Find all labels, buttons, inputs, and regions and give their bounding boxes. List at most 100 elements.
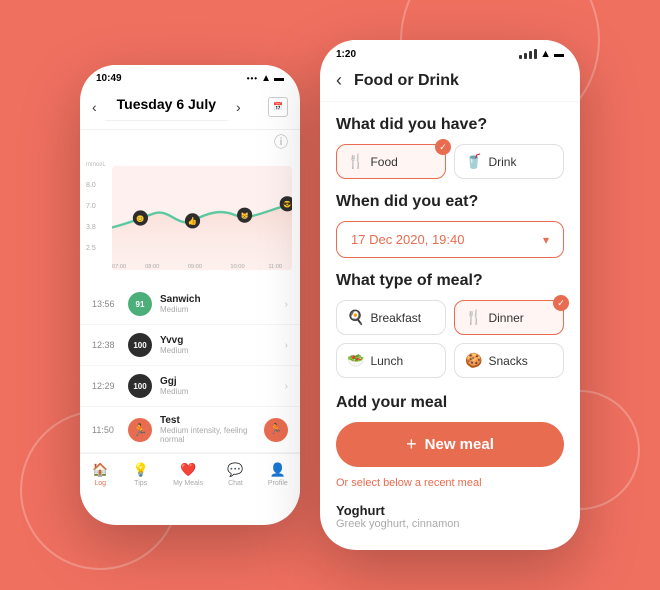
signal-bars: [519, 49, 537, 59]
food-icon: 🍴: [347, 153, 364, 170]
entry-sub: Medium: [160, 387, 277, 396]
dinner-check-icon: ✓: [553, 295, 569, 311]
left-status-icons: ••• ▲ ▬: [247, 73, 284, 84]
entry-text: Test Medium intensity, feeling normal: [160, 415, 256, 444]
food-option[interactable]: 🍴 Food ✓: [336, 144, 446, 179]
entry-text: Yvvg Medium: [160, 335, 277, 355]
nav-log[interactable]: 🏠 Log: [92, 462, 108, 487]
meals-icon: ❤️: [180, 462, 196, 478]
prev-day-button[interactable]: ‹: [92, 99, 97, 115]
nav-profile-label: Profile: [268, 480, 288, 487]
entry-time: 11:50: [92, 425, 120, 435]
entry-chevron-icon: ›: [285, 340, 288, 351]
recent-meal-name: Yoghurt: [336, 503, 564, 518]
plus-icon: +: [406, 434, 417, 455]
new-meal-label: New meal: [425, 436, 494, 453]
entry-name: Test: [160, 415, 256, 426]
drink-label: Drink: [488, 155, 516, 169]
entry-sub: Medium: [160, 305, 277, 314]
y-7: 7.0: [86, 203, 106, 210]
battery-right-icon: ▬: [554, 49, 564, 60]
food-drink-options: 🍴 Food ✓ 🥤 Drink: [336, 144, 564, 179]
entry-sub: Medium: [160, 346, 277, 355]
nav-tips[interactable]: 💡 Tips: [133, 462, 149, 487]
right-content: What did you have? 🍴 Food ✓ 🥤 Drink When…: [320, 102, 580, 532]
lunch-btn[interactable]: 🥗 Lunch: [336, 343, 446, 378]
entry-1238[interactable]: 12:38 100 Yvvg Medium ›: [80, 325, 300, 366]
nav-meals[interactable]: ❤️ My Meals: [173, 462, 203, 487]
right-phone: 1:20 ▲ ▬ ‹ Food or Drink What did you ha…: [320, 40, 580, 550]
info-icon[interactable]: ⓘ: [80, 130, 300, 154]
food-check-icon: ✓: [435, 139, 451, 155]
next-day-button[interactable]: ›: [236, 99, 241, 115]
back-button[interactable]: ‹: [336, 70, 342, 91]
glucose-chart: 😊 👍 😸 😎 07:00 08:00 09:00 10:00 11:00: [112, 158, 292, 278]
left-status-bar: 10:49 ••• ▲ ▬: [80, 65, 300, 88]
section1-heading: What did you have?: [336, 116, 564, 134]
page-title: Food or Drink: [354, 72, 459, 90]
dinner-btn[interactable]: 🍴 Dinner ✓: [454, 300, 564, 335]
svg-text:09:00: 09:00: [188, 264, 202, 270]
svg-text:11:00: 11:00: [268, 264, 282, 270]
right-time: 1:20: [336, 49, 356, 60]
y-axis-labels: mmol/L 8.0 7.0 3.8 2.5: [86, 162, 106, 252]
new-meal-button[interactable]: + New meal: [336, 422, 564, 467]
entry-1356[interactable]: 13:56 91 Sanwich Medium ›: [80, 284, 300, 325]
bar2: [524, 53, 527, 59]
lunch-icon: 🥗: [347, 352, 364, 369]
nav-chat[interactable]: 💬 Chat: [227, 462, 243, 487]
home-icon: 🏠: [92, 462, 108, 478]
svg-text:08:00: 08:00: [145, 264, 159, 270]
svg-text:😸: 😸: [241, 212, 250, 220]
entry-name: Sanwich: [160, 294, 277, 305]
breakfast-label: Breakfast: [370, 311, 421, 325]
phones-container: 10:49 ••• ▲ ▬ ‹ Tuesday 6 July › 📅 ⓘ: [80, 40, 580, 550]
svg-text:😎: 😎: [283, 201, 291, 209]
entry-badge: 🏃: [128, 418, 152, 442]
breakfast-btn[interactable]: 🍳 Breakfast: [336, 300, 446, 335]
snacks-label: Snacks: [488, 354, 527, 368]
entry-sub: Medium intensity, feeling normal: [160, 426, 256, 444]
food-label: Food: [370, 155, 397, 169]
snacks-icon: 🍪: [465, 352, 482, 369]
date-value: 17 Dec 2020, 19:40: [351, 232, 464, 247]
bar1: [519, 55, 522, 59]
lunch-label: Lunch: [370, 354, 403, 368]
snacks-btn[interactable]: 🍪 Snacks: [454, 343, 564, 378]
calendar-icon[interactable]: 📅: [268, 97, 288, 117]
chart-svg-container: 😊 👍 😸 😎 07:00 08:00 09:00 10:00 11:00: [112, 158, 292, 278]
chat-icon: 💬: [227, 462, 243, 478]
or-select-text[interactable]: Or select below a recent meal: [336, 477, 564, 489]
nav-meals-label: My Meals: [173, 480, 203, 487]
y-25: 2.5: [86, 245, 106, 252]
nav-profile[interactable]: 👤 Profile: [268, 462, 288, 487]
battery-icon: ▬: [274, 73, 284, 84]
dinner-label: Dinner: [488, 311, 523, 325]
entry-badge: 91: [128, 292, 152, 316]
entry-time: 12:29: [92, 381, 120, 391]
drink-option[interactable]: 🥤 Drink: [454, 144, 564, 179]
wifi-icon: ▲: [540, 48, 551, 60]
exercise-badge: 🏃: [264, 418, 288, 442]
entry-text: Ggj Medium: [160, 376, 277, 396]
right-nav-header: ‹ Food or Drink: [320, 66, 580, 102]
entry-name: Yvvg: [160, 335, 277, 346]
left-nav-header: ‹ Tuesday 6 July › 📅: [80, 88, 300, 130]
date-selector[interactable]: 17 Dec 2020, 19:40 ▾: [336, 221, 564, 258]
entry-time: 13:56: [92, 299, 120, 309]
recent-meal-sub: Greek yoghurt, cinnamon: [336, 518, 564, 530]
left-time: 10:49: [96, 73, 122, 84]
recent-meal-yoghurt[interactable]: Yoghurt Greek yoghurt, cinnamon: [336, 499, 564, 532]
y-unit: mmol/L: [86, 162, 106, 168]
entry-name: Ggj: [160, 376, 277, 387]
entry-1229[interactable]: 12:29 100 Ggj Medium ›: [80, 366, 300, 407]
svg-text:😊: 😊: [136, 215, 144, 223]
entry-chevron-icon: ›: [285, 299, 288, 310]
entry-badge: 100: [128, 333, 152, 357]
drink-icon: 🥤: [465, 153, 482, 170]
entry-1150[interactable]: 11:50 🏃 Test Medium intensity, feeling n…: [80, 407, 300, 453]
right-status-icons: ▲ ▬: [519, 48, 564, 60]
svg-text:👍: 👍: [188, 217, 197, 226]
current-day: Tuesday 6 July: [105, 92, 228, 121]
entry-chevron-icon: ›: [285, 381, 288, 392]
